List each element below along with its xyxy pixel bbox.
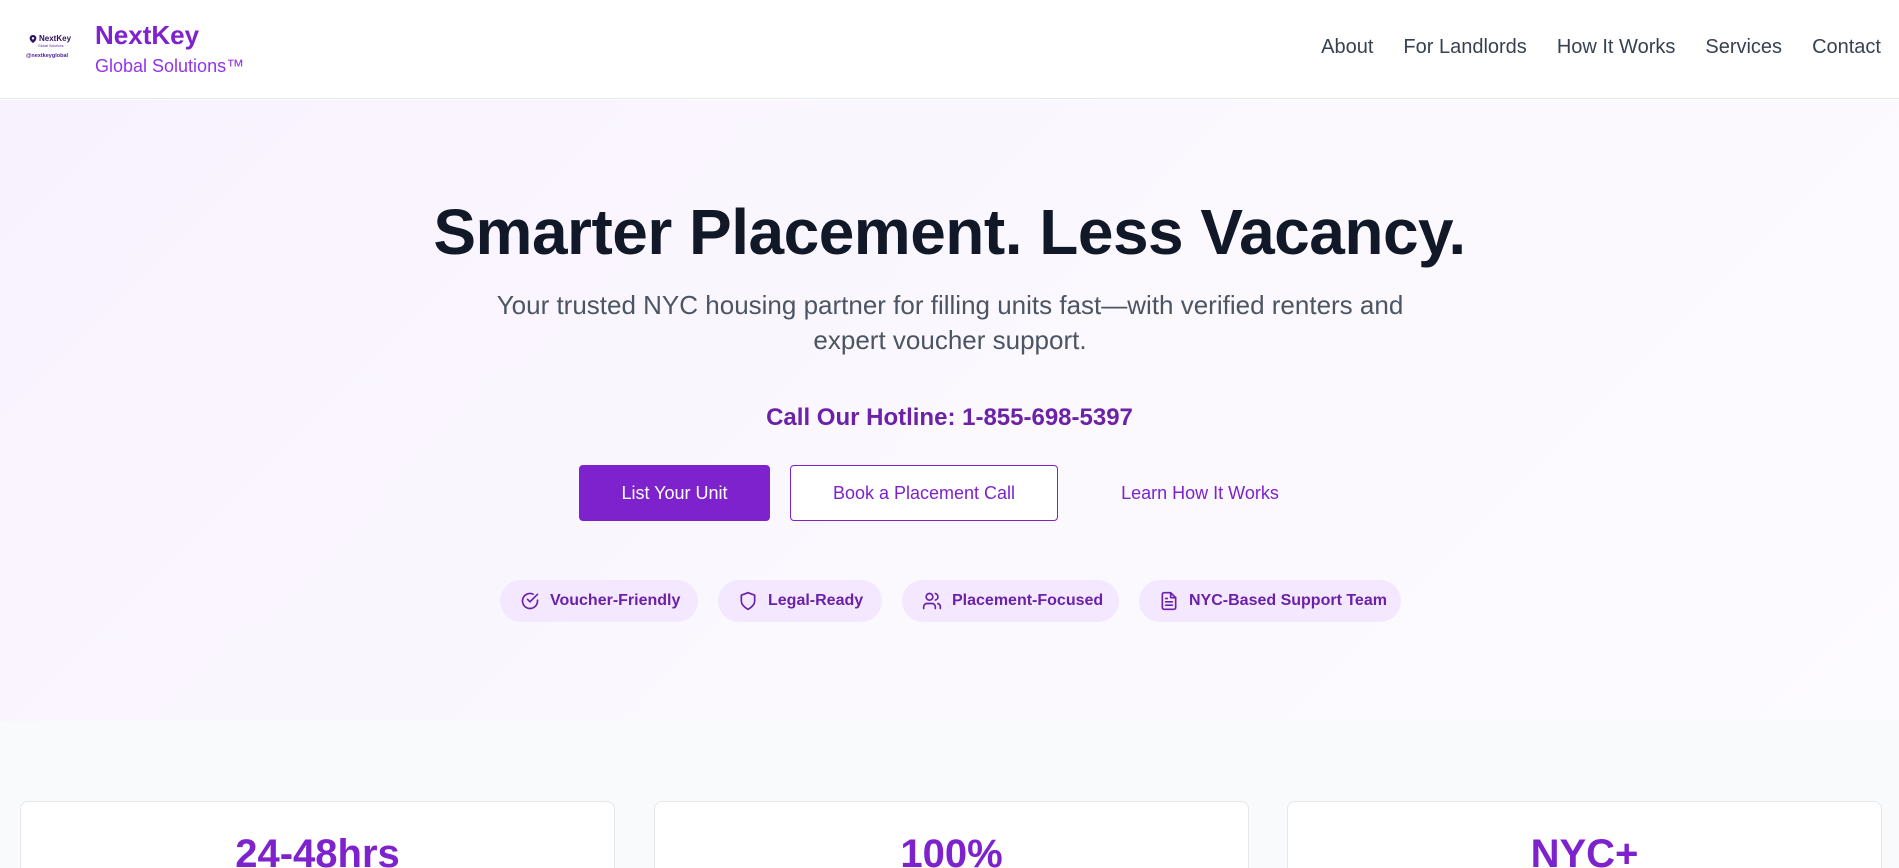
hero-subtitle: Your trusted NYC housing partner for fil…: [496, 290, 1404, 355]
shield-icon: [740, 591, 756, 611]
hotline-text[interactable]: Call Our Hotline: 1-855-698-5397: [0, 404, 1899, 432]
nav-link-for-landlords[interactable]: For Landlords: [1403, 36, 1526, 59]
map-pin-icon: [29, 35, 37, 43]
badge-label: NYC-Based Support Team: [1189, 592, 1387, 609]
hero-title: Smarter Placement. Less Vacancy.: [433, 196, 1466, 268]
users-icon: [922, 592, 942, 610]
stat-card: 24-48hrs: [20, 801, 615, 868]
site-header: NextKey Global Solutions @nextkeyglobal …: [0, 0, 1899, 99]
badge-placement-focused: Placement-Focused: [902, 580, 1119, 622]
stat-card: 100%: [654, 801, 1249, 868]
stat-value: 24-48hrs: [235, 832, 400, 868]
learn-how-it-works-link[interactable]: Learn How It Works: [1100, 465, 1300, 521]
stat-value: 100%: [900, 832, 1003, 868]
brand-name[interactable]: NextKey: [95, 20, 199, 51]
stat-card: NYC+: [1287, 801, 1882, 868]
brand-subtitle: Global Solutions™: [95, 56, 245, 76]
badge-label: Placement-Focused: [952, 592, 1104, 609]
logo-wordmark: NextKey: [39, 34, 72, 43]
badge-nyc-support: NYC-Based Support Team: [1139, 580, 1401, 622]
badge-label: Legal-Ready: [768, 592, 864, 609]
stats-section: 24-48hrs 100% NYC+: [0, 721, 1899, 868]
logo-handle: @nextkeyglobal: [26, 53, 69, 59]
document-icon: [1161, 591, 1177, 611]
stat-value: NYC+: [1530, 832, 1639, 868]
badge-legal-ready: Legal-Ready: [718, 580, 882, 622]
badge-label: Voucher-Friendly: [550, 592, 681, 609]
hero-section: Smarter Placement. Less Vacancy. Your tr…: [0, 100, 1899, 721]
nav-link-contact[interactable]: Contact: [1812, 36, 1881, 59]
badge-voucher-friendly: Voucher-Friendly: [500, 580, 698, 622]
nav-link-services[interactable]: Services: [1705, 36, 1782, 59]
nav-link-how-it-works[interactable]: How It Works: [1557, 36, 1676, 59]
list-your-unit-button[interactable]: List Your Unit: [579, 465, 770, 521]
main-nav: About For Landlords How It Works Service…: [1321, 36, 1881, 59]
check-circle-icon: [521, 592, 539, 610]
logo-image[interactable]: NextKey Global Solutions @nextkeyglobal: [26, 34, 74, 62]
nav-link-about[interactable]: About: [1321, 36, 1373, 59]
logo-tagline: Global Solutions: [38, 44, 64, 48]
book-placement-call-button[interactable]: Book a Placement Call: [790, 465, 1058, 521]
